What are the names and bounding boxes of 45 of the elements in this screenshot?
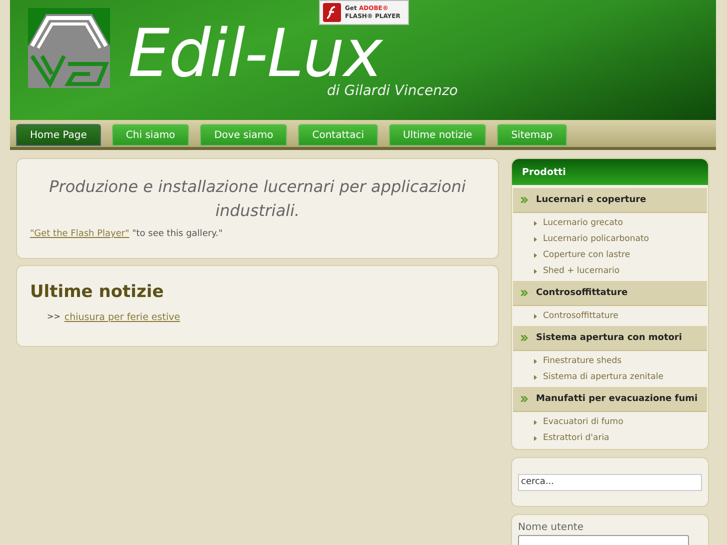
news-link[interactable]: chiusura per ferie estive	[64, 312, 180, 323]
subcategory-item[interactable]: Shed + lucernario	[513, 263, 707, 279]
category-item[interactable]: Controsoffittature	[513, 281, 707, 306]
bullet-icon	[534, 436, 537, 440]
subcategory-item[interactable]: Lucernario policarbonato	[513, 231, 707, 247]
category-item[interactable]: Manufatti per evacuazione fumi	[513, 387, 707, 412]
bullet-icon	[534, 220, 537, 226]
category-item[interactable]: Lucernari e coperture	[513, 188, 707, 213]
category-item[interactable]: Sistema apertura con motori	[513, 326, 707, 351]
bullet-icon	[534, 420, 537, 424]
bullet-icon	[534, 358, 537, 364]
subcategory-item[interactable]: Evacuatori di fumo	[513, 414, 707, 430]
gallery-note: "to see this gallery."	[132, 229, 223, 239]
bullet-marker: >>	[47, 312, 60, 323]
subcategory-item[interactable]: Lucernario grecato	[513, 215, 707, 231]
site-title: Edil-Lux	[128, 27, 382, 81]
products-title: Prodotti	[512, 159, 708, 185]
nav-tab[interactable]: Contattaci	[298, 124, 378, 146]
bullet-icon	[534, 252, 537, 258]
nav-tab[interactable]: Sitemap	[497, 124, 567, 146]
bullet-icon	[534, 268, 537, 274]
subcategory-item[interactable]: Coperture con lastre	[513, 247, 707, 263]
nav-tab[interactable]: Dove siamo	[200, 124, 288, 146]
subcategory-item[interactable]: Finestrature sheds	[513, 353, 707, 369]
subcategory-item[interactable]: Controsoffittature	[513, 308, 707, 324]
subcategory-item[interactable]: Estrattori d'aria	[513, 430, 707, 446]
flash-icon	[323, 3, 341, 22]
username-label: Nome utente	[518, 522, 584, 533]
bullet-icon	[534, 314, 537, 318]
chevron-icon	[521, 290, 528, 296]
search-field[interactable]: cerca...	[518, 474, 702, 490]
site-subtitle: di Gilardi Vincenzo	[327, 83, 458, 99]
bullet-icon	[534, 374, 537, 380]
nav-tab[interactable]: Ultime notizie	[388, 124, 486, 146]
chevron-icon	[521, 396, 528, 402]
flash-player-link[interactable]: "Get the Flash Player"	[30, 229, 130, 239]
bullet-icon	[534, 236, 537, 242]
nav-tab[interactable]: Home Page	[16, 124, 101, 146]
chevron-icon	[521, 335, 528, 341]
news-heading: Ultime notizie	[30, 282, 165, 302]
nav-tab[interactable]: Chi siamo	[112, 124, 190, 146]
chevron-icon	[521, 197, 528, 203]
intro-heading: Produzione e installazione lucernari per applicazioni industriali.	[48, 176, 467, 222]
logo-icon	[28, 8, 110, 88]
subcategory-item[interactable]: Sistema di apertura zenitale	[513, 369, 707, 385]
